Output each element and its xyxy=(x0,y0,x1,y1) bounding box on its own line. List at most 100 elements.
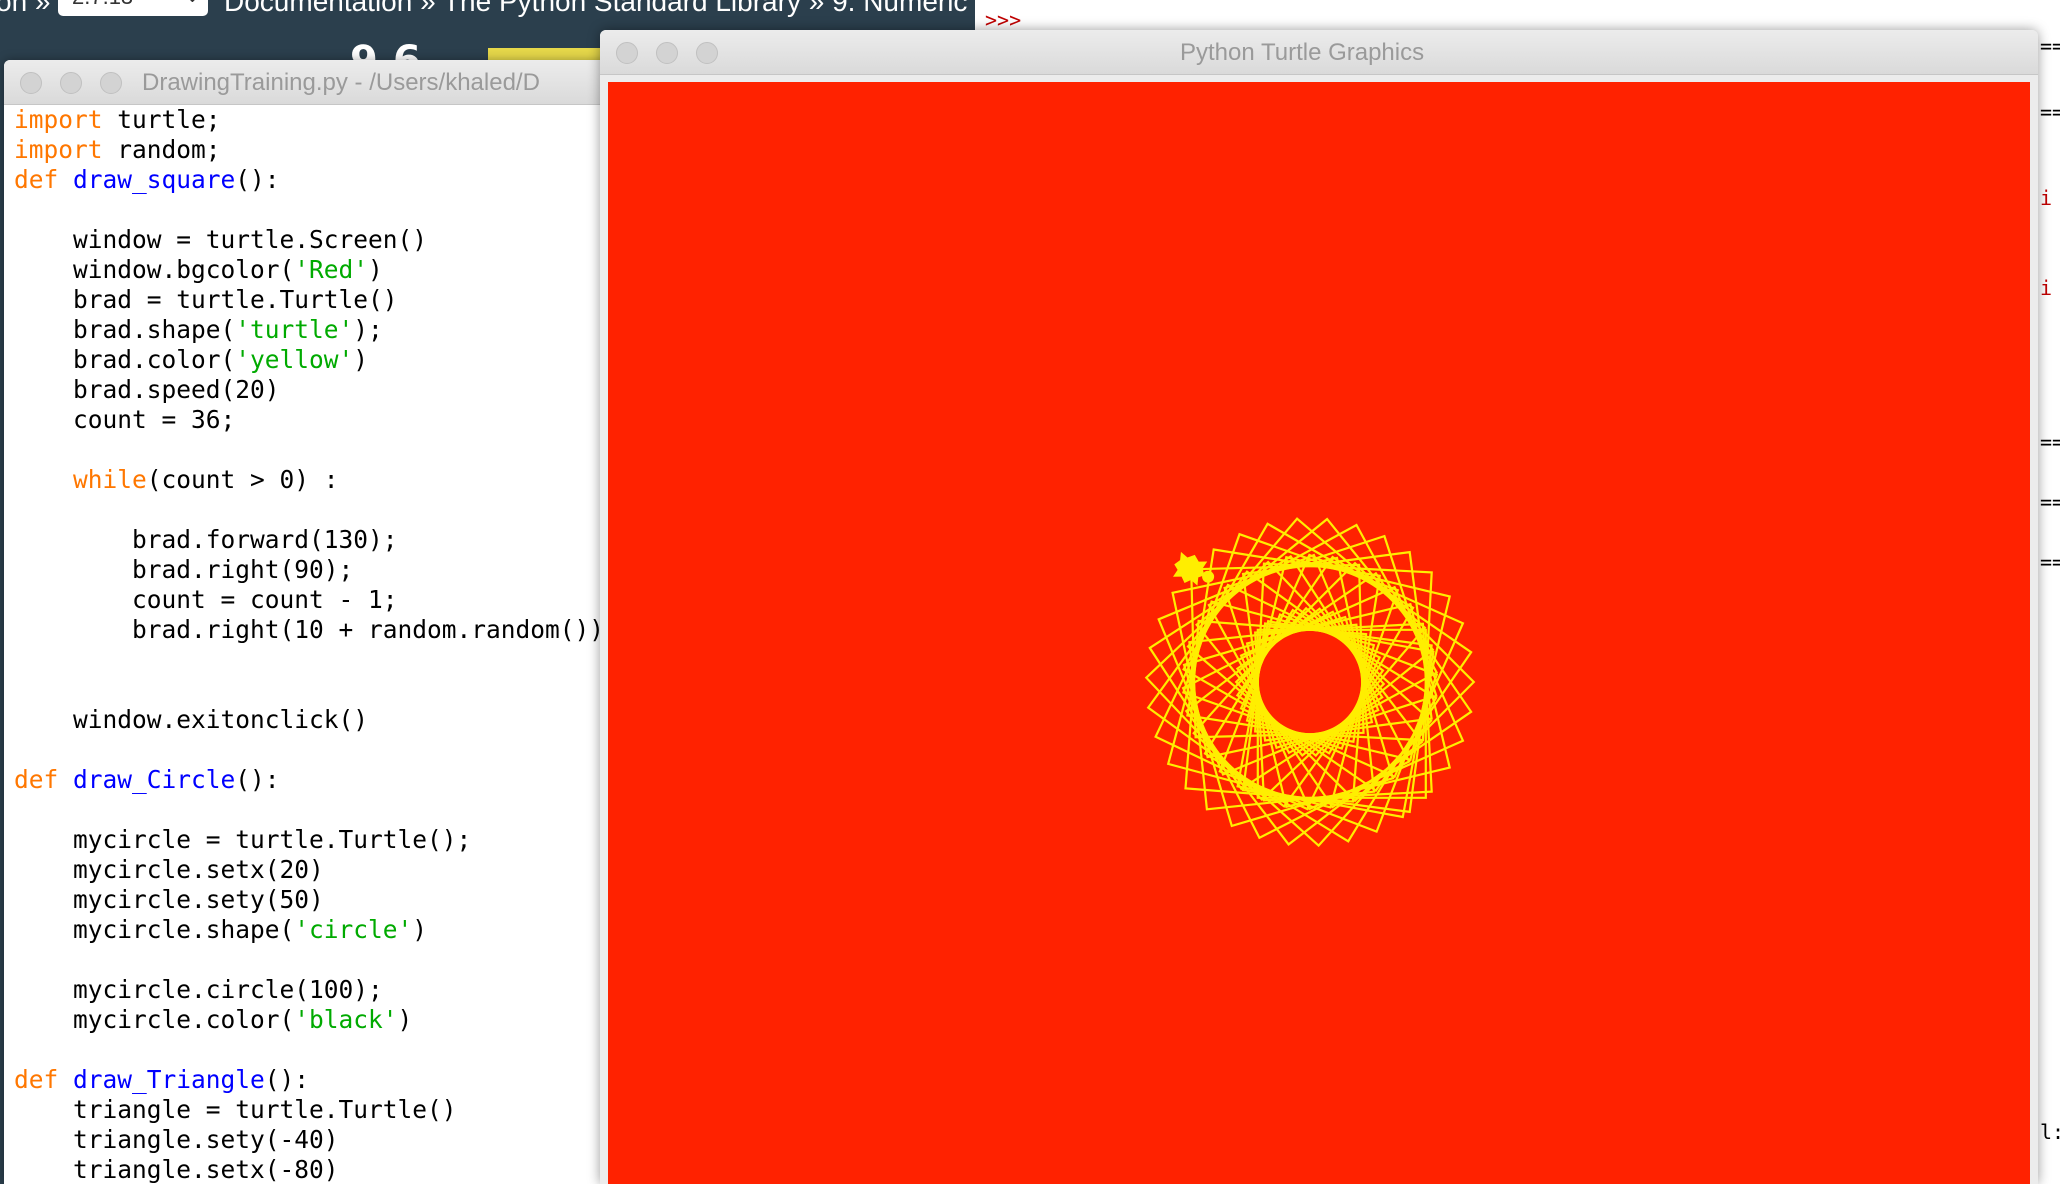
code-token: draw_square xyxy=(73,165,236,194)
code-token: (): xyxy=(264,1065,310,1094)
code-token: mycircle = turtle.Turtle(); xyxy=(14,825,472,854)
code-token: random; xyxy=(102,135,221,164)
code-token: brad.right(10 + random.random()) xyxy=(14,615,605,644)
shell-mark: i xyxy=(2040,276,2053,300)
code-token: 'Red' xyxy=(294,255,369,284)
code-token: def xyxy=(14,765,59,794)
code-token: (count > 0) : xyxy=(146,465,339,494)
code-line: brad.right(90); xyxy=(14,555,604,585)
docs-crumb-left[interactable]: on » xyxy=(0,0,51,18)
code-line: brad = turtle.Turtle() xyxy=(14,285,604,315)
code-token: triangle.setx(-80) xyxy=(14,1155,339,1184)
shell-mark: l: xyxy=(2040,1120,2060,1144)
turtle-titlebar[interactable]: Python Turtle Graphics xyxy=(600,30,2038,75)
code-token: import xyxy=(14,135,103,164)
code-token: count = 36; xyxy=(14,405,236,434)
code-line: def draw_Triangle(): xyxy=(14,1065,604,1095)
minimize-window-button[interactable] xyxy=(656,42,678,64)
code-token: mycircle.shape( xyxy=(14,915,295,944)
editor-titlebar[interactable]: DrawingTraining.py - /Users/khaled/D xyxy=(4,60,664,105)
code-token: brad.speed(20) xyxy=(14,375,280,404)
code-token: triangle = turtle.Turtle() xyxy=(14,1095,457,1124)
shell-mark: == xyxy=(2040,34,2060,58)
code-token: brad = turtle.Turtle() xyxy=(14,285,398,314)
code-line: brad.speed(20) xyxy=(14,375,604,405)
code-line: mycircle.shape('circle') xyxy=(14,915,604,945)
shell-mark: i xyxy=(2040,186,2053,210)
code-line: window.bgcolor('Red') xyxy=(14,255,604,285)
shell-mark: == xyxy=(2040,490,2060,514)
code-token: import xyxy=(14,105,103,134)
code-line: def draw_square(): xyxy=(14,165,604,195)
code-line: mycircle.circle(100); xyxy=(14,975,604,1005)
close-window-button[interactable] xyxy=(616,42,638,64)
code-line: mycircle.color('black') xyxy=(14,1005,604,1035)
code-token: window = turtle.Screen() xyxy=(14,225,428,254)
code-token: mycircle.setx(20) xyxy=(14,855,324,884)
zoom-window-button[interactable] xyxy=(100,72,122,94)
code-token: def xyxy=(14,1065,59,1094)
shell-mark: == xyxy=(2040,550,2060,574)
close-window-button[interactable] xyxy=(20,72,42,94)
code-token: count = count - 1; xyxy=(14,585,398,614)
code-line: count = 36; xyxy=(14,405,604,435)
code-token: mycircle.circle(100); xyxy=(14,975,383,1004)
code-token: ) xyxy=(368,255,383,284)
code-token: turtle; xyxy=(102,105,221,134)
version-select[interactable]: 2.7.13 ⌄ xyxy=(58,0,208,16)
code-token: brad.color( xyxy=(14,345,236,374)
canvas-background xyxy=(608,82,2030,1184)
code-line: triangle = turtle.Turtle() xyxy=(14,1095,604,1125)
code-line: mycircle.sety(50) xyxy=(14,885,604,915)
code-token: window.exitonclick() xyxy=(14,705,369,734)
code-line: window = turtle.Screen() xyxy=(14,225,604,255)
docs-breadcrumb[interactable]: Documentation » The Python Standard Libr… xyxy=(224,0,967,18)
editor-title: DrawingTraining.py - /Users/khaled/D xyxy=(142,69,540,96)
code-token: window.bgcolor( xyxy=(14,255,295,284)
turtle-window-title: Python Turtle Graphics xyxy=(1180,39,1425,66)
docs-breadcrumb-bar: on » 2.7.13 ⌄ Documentation » The Python… xyxy=(0,0,980,22)
code-token: draw_Triangle xyxy=(73,1065,265,1094)
code-line: window.exitonclick() xyxy=(14,705,604,735)
turtle-canvas-frame xyxy=(608,82,2030,1184)
code-editor-text[interactable]: import turtle; import random; def draw_squ… xyxy=(14,105,604,1184)
code-line: brad.right(10 + random.random()) xyxy=(14,615,604,645)
code-token: 'black' xyxy=(294,1005,398,1034)
code-token: mycircle.color( xyxy=(14,1005,295,1034)
code-token: triangle.sety(-40) xyxy=(14,1125,339,1154)
turtle-canvas[interactable] xyxy=(608,82,2030,1184)
zoom-window-button[interactable] xyxy=(696,42,718,64)
code-token: ) xyxy=(412,915,428,944)
code-token: brad.forward(130); xyxy=(14,525,398,554)
shell-mark: == xyxy=(2040,100,2060,124)
code-token: (): xyxy=(235,765,280,794)
code-token: ) xyxy=(353,345,369,374)
code-line: brad.color('yellow') xyxy=(14,345,604,375)
code-line: triangle.sety(-40) xyxy=(14,1125,604,1155)
shell-mark: == xyxy=(2040,430,2060,454)
code-line: while(count > 0) : xyxy=(14,465,604,495)
shell-prompt: >>> xyxy=(985,8,1022,32)
chevron-down-icon: ⌄ xyxy=(185,0,200,7)
code-line: mycircle.setx(20) xyxy=(14,855,604,885)
code-token: (): xyxy=(235,165,280,194)
turtle-graphics-window[interactable]: Python Turtle Graphics xyxy=(600,30,2038,1184)
editor-window[interactable]: DrawingTraining.py - /Users/khaled/D imp… xyxy=(4,60,664,1184)
minimize-window-button[interactable] xyxy=(60,72,82,94)
version-value: 2.7.13 xyxy=(72,0,133,10)
code-line: brad.forward(130); xyxy=(14,525,604,555)
code-token: draw_Circle xyxy=(73,765,236,794)
code-token: brad.right(90); xyxy=(14,555,354,584)
code-token: mycircle.sety(50) xyxy=(14,885,324,914)
code-line: triangle.setx(-80) xyxy=(14,1155,604,1184)
